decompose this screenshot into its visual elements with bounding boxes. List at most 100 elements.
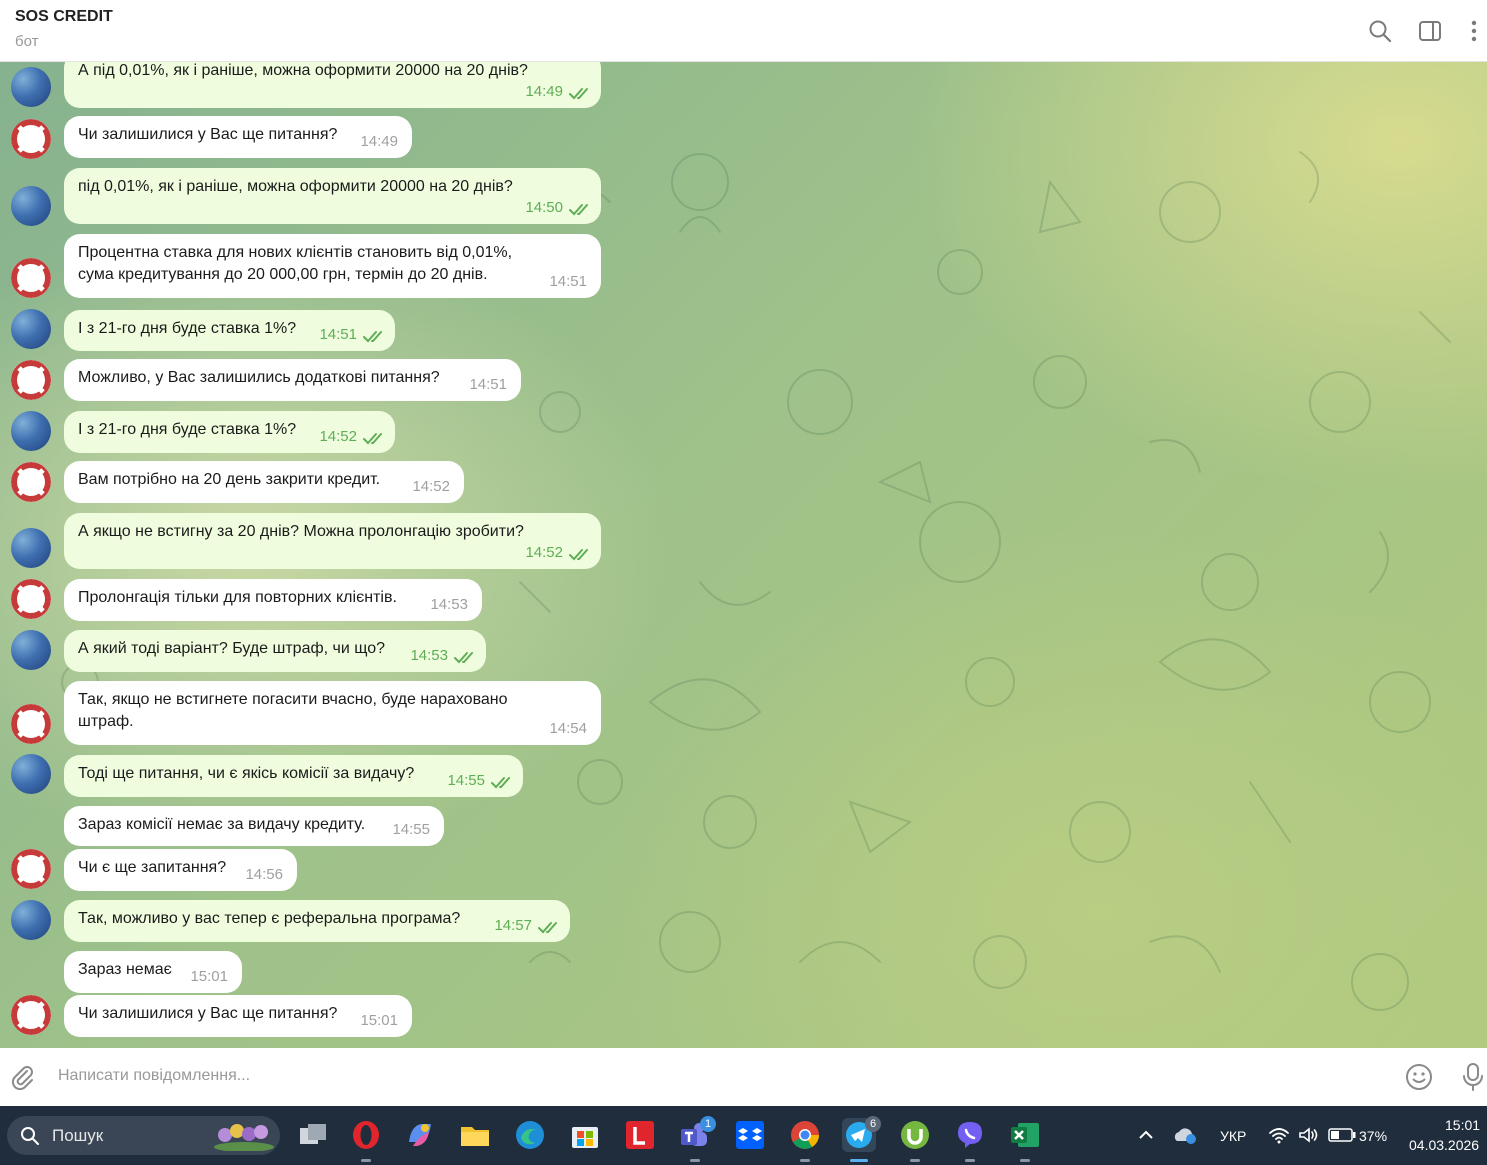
message-bubble-outgoing[interactable]: під 0,01%, як і раніше, можна оформити 2… — [64, 168, 601, 224]
lifebuoy-icon — [11, 704, 51, 744]
running-indicator — [1020, 1159, 1030, 1162]
message-bubble-incoming[interactable]: Вам потрібно на 20 день закрити кредит. … — [64, 461, 464, 503]
language-indicator[interactable]: УКР — [1220, 1128, 1246, 1144]
battery-percent: 37% — [1359, 1128, 1388, 1144]
message-bubble-incoming[interactable]: Можливо, у Вас залишились додаткові пита… — [64, 359, 521, 401]
message-bubble-incoming[interactable]: Процентна ставка для нових клієнтів стан… — [64, 234, 601, 298]
microphone-icon[interactable] — [1461, 1062, 1485, 1092]
message-time: 14:56 — [245, 866, 283, 883]
message-bubble-incoming[interactable]: Зараз немає 15:01 — [64, 951, 242, 993]
sidebar-toggle-icon[interactable] — [1417, 18, 1443, 44]
wifi-icon[interactable] — [1268, 1126, 1290, 1144]
message-bubble-incoming[interactable]: Так, якщо не встигнете погасити вчасно, … — [64, 681, 601, 745]
message-bubble-incoming[interactable]: Чи є ще запитання? 14:56 — [64, 849, 297, 891]
message-text: Тоді ще питання, чи є якісь комісії за в… — [78, 765, 415, 782]
message-text: І з 21-го дня буде ставка 1%? — [78, 320, 297, 337]
user-avatar[interactable] — [11, 900, 51, 940]
user-avatar[interactable] — [11, 411, 51, 451]
taskbar-search-label: Пошук — [52, 1126, 104, 1145]
message-bubble-incoming[interactable]: Чи залишилися у Вас ще питання? 15:01 — [64, 995, 412, 1037]
user-avatar[interactable] — [11, 754, 51, 794]
user-avatar[interactable] — [11, 186, 51, 226]
utorrent-icon[interactable] — [898, 1118, 932, 1152]
user-avatar[interactable] — [11, 630, 51, 670]
message-time: 14:51 — [319, 326, 357, 343]
message-text: А який тоді варіант? Буде штраф, чи що? — [78, 640, 386, 657]
message-text: Чи залишилися у Вас ще питання? — [78, 1005, 338, 1022]
message-time: 14:49 — [525, 83, 563, 100]
message-text: А якщо не встигну за 20 днів? Можна прол… — [78, 523, 524, 540]
bot-avatar[interactable] — [11, 704, 51, 744]
running-indicator — [910, 1159, 920, 1162]
message-text: Вам потрібно на 20 день закрити кредит. — [78, 471, 381, 488]
message-time: 14:57 — [494, 917, 532, 934]
message-bubble-outgoing[interactable]: А під 0,01%, як і раніше, можна оформити… — [64, 62, 601, 108]
chat-title[interactable]: SOS CREDIT — [15, 8, 113, 26]
opera-icon[interactable] — [349, 1118, 383, 1152]
message-bubble-outgoing[interactable]: А який тоді варіант? Буде штраф, чи що? … — [64, 630, 486, 672]
message-text: Можливо, у Вас залишились додаткові пита… — [78, 369, 440, 386]
search-icon[interactable] — [1367, 18, 1393, 44]
message-bubble-outgoing[interactable]: І з 21-го дня буде ставка 1%? 14:51 — [64, 310, 395, 351]
bot-avatar[interactable] — [11, 579, 51, 619]
task-view-icon[interactable] — [296, 1118, 330, 1152]
taskbar-search[interactable]: Пошук — [7, 1116, 280, 1155]
viber-icon[interactable] — [953, 1118, 987, 1152]
message-text: Зараз немає — [78, 961, 172, 978]
clock-time[interactable]: 15:01 — [1445, 1117, 1480, 1133]
message-bubble-incoming[interactable]: Пролонгація тільки для повторних клієнті… — [64, 579, 482, 621]
message-bubble-outgoing[interactable]: А якщо не встигну за 20 днів? Можна прол… — [64, 513, 601, 569]
message-bubble-incoming[interactable]: Чи залишилися у Вас ще питання? 14:49 — [64, 116, 412, 158]
more-icon[interactable] — [1461, 18, 1487, 44]
chevron-up-icon[interactable] — [1137, 1126, 1155, 1144]
message-bubble-outgoing[interactable]: Тоді ще питання, чи є якісь комісії за в… — [64, 755, 523, 797]
message-bubble-outgoing[interactable]: Так, можливо у вас тепер є реферальна пр… — [64, 900, 570, 942]
lifebuoy-icon — [11, 579, 51, 619]
message-time: 14:55 — [392, 821, 430, 838]
file-explorer-icon[interactable] — [458, 1118, 492, 1152]
message-bubble-incoming[interactable]: Зараз комісії немає за видачу кредиту. 1… — [64, 806, 444, 846]
dropbox-icon[interactable] — [733, 1118, 767, 1152]
onedrive-icon[interactable] — [1172, 1124, 1198, 1146]
bot-avatar[interactable] — [11, 360, 51, 400]
read-checkmarks-icon — [569, 549, 588, 561]
attach-icon[interactable] — [10, 1064, 36, 1090]
chat-area[interactable]: А під 0,01%, як і раніше, можна оформити… — [0, 62, 1487, 1048]
read-checkmarks-icon — [569, 204, 588, 216]
message-text: А під 0,01%, як і раніше, можна оформити… — [78, 62, 528, 79]
user-avatar[interactable] — [11, 528, 51, 568]
bot-avatar[interactable] — [11, 995, 51, 1035]
message-input[interactable]: Написати повідомлення... — [58, 1067, 250, 1085]
bot-avatar[interactable] — [11, 119, 51, 159]
windows-taskbar: Пошук 1 6 УКР 37% 15:01 04.03.2026 — [0, 1106, 1487, 1165]
chrome-icon[interactable] — [788, 1118, 822, 1152]
user-avatar[interactable] — [11, 309, 51, 349]
running-indicator — [800, 1159, 810, 1162]
lastpass-icon[interactable] — [623, 1118, 657, 1152]
lifebuoy-icon — [11, 849, 51, 889]
message-text: Процентна ставка для нових клієнтів стан… — [78, 244, 513, 283]
read-checkmarks-icon — [454, 652, 473, 664]
bot-avatar[interactable] — [11, 258, 51, 298]
search-icon — [21, 1127, 39, 1145]
message-bubble-outgoing[interactable]: І з 21-го дня буде ставка 1%? 14:52 — [64, 411, 395, 453]
excel-icon[interactable] — [1008, 1118, 1042, 1152]
user-avatar[interactable] — [11, 67, 51, 107]
clock-date[interactable]: 04.03.2026 — [1409, 1137, 1479, 1153]
bot-avatar[interactable] — [11, 849, 51, 889]
emoji-icon[interactable] — [1405, 1063, 1433, 1091]
message-time: 14:52 — [412, 478, 450, 495]
copilot-icon[interactable] — [403, 1118, 437, 1152]
message-composer: Написати повідомлення... — [0, 1048, 1487, 1105]
battery-icon[interactable] — [1328, 1128, 1356, 1142]
message-text: Зараз комісії немає за видачу кредиту. — [78, 816, 366, 833]
lifebuoy-icon — [11, 360, 51, 400]
bot-avatar[interactable] — [11, 462, 51, 502]
lifebuoy-icon — [11, 258, 51, 298]
edge-icon[interactable] — [513, 1118, 547, 1152]
message-time: 14:52 — [319, 428, 357, 445]
message-time: 15:01 — [360, 1012, 398, 1029]
microsoft-store-icon[interactable] — [568, 1118, 602, 1152]
chat-subtitle: бот — [15, 33, 39, 50]
volume-icon[interactable] — [1298, 1126, 1320, 1144]
